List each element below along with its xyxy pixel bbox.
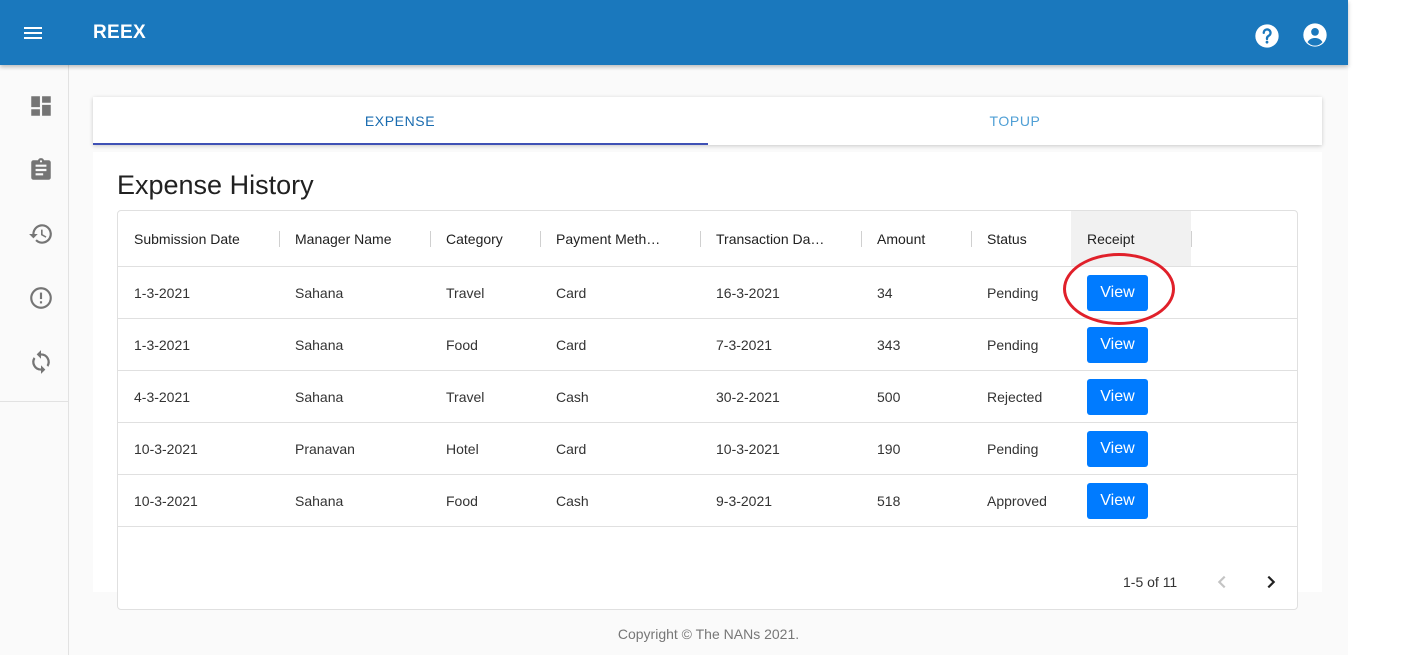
column-header-status[interactable]: Status	[971, 211, 1071, 266]
menu-button[interactable]	[18, 18, 48, 48]
column-separator[interactable]	[1191, 231, 1192, 247]
column-header-receipt[interactable]: Receipt	[1071, 211, 1191, 266]
cell-submission-date: 1-3-2021	[134, 284, 191, 301]
app-window: REEX EXPENSE TOPUP Expense History Submi…	[0, 0, 1348, 655]
view-receipt-button[interactable]: View	[1087, 275, 1148, 311]
app-title: REEX	[93, 22, 146, 43]
cell-transaction-date: 30-2-2021	[716, 388, 780, 405]
cell-transaction-date: 7-3-2021	[716, 336, 773, 353]
expense-table: Submission Date Manager Name Category Pa…	[117, 210, 1298, 610]
cell-manager-name: Sahana	[295, 336, 344, 353]
cell-submission-date: 10-3-2021	[134, 492, 198, 509]
cell-status: Pending	[987, 284, 1039, 301]
tab-bar: EXPENSE TOPUP	[93, 97, 1322, 145]
cell-submission-date: 1-3-2021	[134, 336, 191, 353]
cell-submission-date: 4-3-2021	[134, 388, 191, 405]
cell-amount: 500	[877, 388, 901, 405]
cell-category: Food	[446, 492, 478, 509]
cell-transaction-date: 16-3-2021	[716, 284, 780, 301]
chevron-right-icon	[1267, 575, 1276, 589]
cell-manager-name: Pranavan	[295, 440, 355, 457]
cell-transaction-date: 9-3-2021	[716, 492, 773, 509]
tab-indicator	[93, 143, 708, 145]
cell-category: Travel	[446, 284, 485, 301]
cell-status: Rejected	[987, 388, 1043, 405]
cell-amount: 34	[877, 284, 893, 301]
cell-category: Hotel	[446, 440, 479, 457]
cell-payment-method: Card	[556, 336, 587, 353]
cell-category: Travel	[446, 388, 485, 405]
cell-manager-name: Sahana	[295, 388, 344, 405]
dashboard-icon	[31, 96, 51, 116]
error-outline-icon	[30, 287, 52, 309]
column-header-payment-method[interactable]: Payment Meth…	[540, 211, 700, 266]
column-header-category[interactable]: Category	[430, 211, 540, 266]
table-row[interactable]: 4-3-2021 Sahana Travel Cash 30-2-2021 50…	[118, 371, 1297, 423]
footer-copyright: Copyright © The NANs 2021.	[617, 626, 800, 642]
column-header-submission-date[interactable]: Submission Date	[118, 211, 279, 266]
column-header-amount[interactable]: Amount	[861, 211, 971, 266]
chevron-left-icon	[1217, 575, 1226, 589]
sidebar-item-history[interactable]	[28, 221, 54, 247]
cell-amount: 343	[877, 336, 901, 353]
cell-payment-method: Cash	[556, 388, 589, 405]
view-receipt-button[interactable]: View	[1087, 431, 1148, 467]
cell-status: Pending	[987, 336, 1039, 353]
next-page-button[interactable]	[1258, 569, 1284, 595]
tab-topup[interactable]: TOPUP	[708, 97, 1322, 145]
cell-category: Food	[446, 336, 478, 353]
cell-payment-method: Card	[556, 284, 587, 301]
sidebar-divider	[0, 401, 68, 402]
help-icon	[1255, 24, 1279, 48]
sync-icon	[32, 350, 50, 374]
cell-manager-name: Sahana	[295, 492, 344, 509]
previous-page-button[interactable]	[1209, 569, 1235, 595]
cell-amount: 190	[877, 440, 901, 457]
table-row[interactable]: 10-3-2021 Pranavan Hotel Card 10-3-2021 …	[118, 423, 1297, 475]
cell-payment-method: Card	[556, 440, 587, 457]
cell-status: Pending	[987, 440, 1039, 457]
table-header: Submission Date Manager Name Category Pa…	[118, 211, 1297, 267]
help-button[interactable]	[1253, 22, 1281, 50]
history-icon	[29, 224, 52, 244]
table-row[interactable]: 1-3-2021 Sahana Food Card 7-3-2021 343 P…	[118, 319, 1297, 371]
view-receipt-button[interactable]: View	[1087, 327, 1148, 363]
view-receipt-button[interactable]: View	[1087, 483, 1148, 519]
top-app-bar: REEX	[0, 0, 1348, 65]
column-header-manager-name[interactable]: Manager Name	[279, 211, 430, 266]
assignment-icon	[31, 158, 51, 180]
cell-manager-name: Sahana	[295, 284, 344, 301]
cell-amount: 518	[877, 492, 901, 509]
column-header-transaction-date[interactable]: Transaction Da…	[700, 211, 861, 266]
sidebar-item-sync[interactable]	[28, 349, 54, 375]
account-button[interactable]	[1301, 21, 1329, 49]
blank-margin	[1348, 0, 1418, 655]
account-circle-icon	[1303, 23, 1327, 47]
table-row[interactable]: 10-3-2021 Sahana Food Cash 9-3-2021 518 …	[118, 475, 1297, 527]
cell-submission-date: 10-3-2021	[134, 440, 198, 457]
table-row[interactable]: 1-3-2021 Sahana Travel Card 16-3-2021 34…	[118, 267, 1297, 319]
sidebar-item-alerts[interactable]	[28, 285, 54, 311]
cell-status: Approved	[987, 492, 1047, 509]
cell-transaction-date: 10-3-2021	[716, 440, 780, 457]
sidebar	[0, 65, 69, 655]
tab-expense[interactable]: EXPENSE	[93, 97, 707, 145]
sidebar-item-dashboard[interactable]	[28, 93, 54, 119]
pagination-range: 1-5 of 11	[1123, 574, 1178, 590]
sidebar-item-assignment[interactable]	[28, 157, 54, 183]
menu-icon	[24, 27, 42, 39]
view-receipt-button[interactable]: View	[1087, 379, 1148, 415]
page-title: Expense History	[117, 170, 314, 200]
cell-payment-method: Cash	[556, 492, 589, 509]
